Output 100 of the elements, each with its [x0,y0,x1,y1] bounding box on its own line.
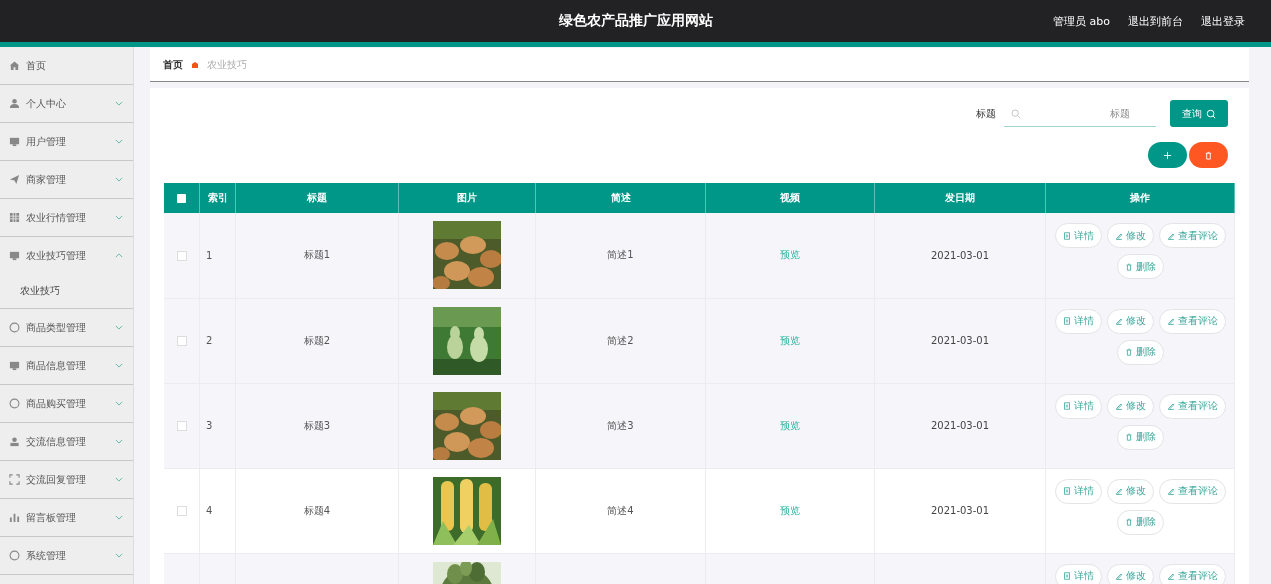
chevron-icon [115,325,123,330]
menu-item-icon [9,436,20,447]
select-all-checkbox[interactable] [177,194,186,203]
row-action-button[interactable]: 删除 [1116,254,1164,279]
table-cell: 2021-03-01 [930,249,990,261]
table-cell: 简述1 [607,249,634,261]
row-action-button[interactable]: 删除 [1116,424,1164,450]
delete-button[interactable] [1189,142,1228,168]
chevron-icon [115,139,123,144]
row-action-button[interactable]: 查看评论 [1158,223,1226,248]
sidebar-item[interactable]: 农业技巧管理 [0,237,133,274]
row-action-button[interactable]: 查看评论 [1158,308,1226,334]
column-header: 发日期 [874,183,1046,213]
preview-link[interactable]: 预览 [780,504,800,516]
sidebar-item[interactable]: 用户管理 [0,123,133,160]
table-cell-text: 2 [205,335,214,346]
submenu-item[interactable]: 农业技巧 [0,274,60,308]
sidebar-item[interactable]: 商品信息管理 [0,347,133,384]
plus-icon [1163,150,1172,160]
search-icon [1011,108,1021,119]
row-action-button[interactable]: 详情 [1054,563,1102,584]
chevron-icon [115,101,123,106]
sidebar-item[interactable]: 商品类型管理 [0,309,133,346]
column-header: 图片 [398,183,536,213]
row-action-button[interactable]: 查看评论 [1158,563,1226,584]
preview-link[interactable]: 预览 [780,334,800,346]
row-action-button[interactable]: 修改 [1106,393,1154,419]
table-cell: 2021-03-01 [930,335,990,346]
preview-link[interactable]: 预览 [780,419,800,431]
sidebar-item[interactable]: 留言板管理 [0,499,133,536]
sidebar-item[interactable]: 商品购买管理 [0,385,133,422]
table-cell: 简述2 [607,334,634,346]
sidebar-item[interactable]: 商家管理 [0,161,133,198]
table-cell: 2021-03-01 [930,505,990,516]
add-button[interactable] [1148,142,1187,168]
row-action-button[interactable]: 删除 [1116,509,1164,535]
sidebar-item[interactable]: 首页 [0,47,133,84]
document-icon [1062,231,1071,240]
menu-item-icon [9,98,20,109]
user-name: 管理员 abo [1053,13,1110,29]
search-field[interactable]: 标题 [1004,100,1156,127]
chevron-icon [115,401,123,406]
menu-item-icon [9,512,20,523]
row-action-button[interactable]: 详情 [1054,393,1102,419]
column-header: 简述 [535,183,706,213]
pencil-icon [1166,487,1175,495]
document-icon [1062,487,1071,495]
search-icon [1206,108,1216,119]
row-action-button[interactable]: 修改 [1106,308,1154,334]
column-header: 操作 [1045,183,1235,213]
menu-item-icon [9,174,20,185]
row-action-button[interactable]: 详情 [1054,308,1102,334]
row-action-button[interactable]: 详情 [1054,478,1102,504]
row-checkbox[interactable] [176,421,187,431]
row-action-button[interactable]: 修改 [1106,563,1154,584]
row-action-button[interactable]: 修改 [1106,223,1154,248]
search-label: 标题 [976,106,996,121]
menu-item-icon [9,250,20,261]
row-action-button[interactable]: 删除 [1116,339,1164,365]
trash-icon [1204,150,1213,160]
sidebar-item[interactable]: 农业行情管理 [0,199,133,236]
header-link[interactable]: 退出到前台 [1128,13,1183,29]
column-header: 视频 [705,183,875,213]
preview-link[interactable]: 预览 [780,249,800,261]
breadcrumb-item[interactable]: 首页 [163,57,183,72]
pencil-icon [1114,317,1123,325]
row-action-button[interactable]: 查看评论 [1158,478,1226,504]
trash-icon [1124,433,1133,441]
row-checkbox[interactable] [176,506,187,516]
menu-item-icon [9,136,20,147]
table-cell-text: 1 [205,249,214,261]
table-cell: 简述3 [607,419,634,431]
header-link[interactable]: 退出登录 [1201,13,1245,29]
row-action-button[interactable]: 查看评论 [1158,393,1226,419]
trash-icon [1124,262,1133,271]
menu-item-icon [9,322,20,333]
pencil-icon [1114,231,1123,240]
sidebar-item[interactable]: 交流回复管理 [0,461,133,498]
column-header: 标题 [235,183,399,213]
chevron-icon [115,363,123,368]
row-checkbox[interactable] [176,336,187,346]
table-cell-text: 3 [205,420,214,431]
menu-item-icon [9,360,20,371]
document-icon [1062,317,1071,325]
pencil-icon [1166,317,1175,325]
sidebar-item[interactable]: 系统管理 [0,537,133,574]
row-checkbox[interactable] [176,250,187,261]
breadcrumb-item[interactable]: 农业技巧 [207,57,247,72]
menu-item-icon [9,60,20,71]
table-cell-text: 4 [205,505,214,516]
separator-icon [191,60,199,69]
row-action-button[interactable]: 详情 [1054,223,1102,248]
table-cell: 2021-03-01 [930,420,990,431]
search-button[interactable]: 查询 [1170,100,1228,127]
pencil-icon [1114,402,1123,410]
row-action-button[interactable]: 修改 [1106,478,1154,504]
table-cell: 标题4 [303,504,331,516]
sidebar-item[interactable]: 交流信息管理 [0,423,133,460]
pencil-icon [1166,402,1175,410]
sidebar-item[interactable]: 个人中心 [0,85,133,122]
